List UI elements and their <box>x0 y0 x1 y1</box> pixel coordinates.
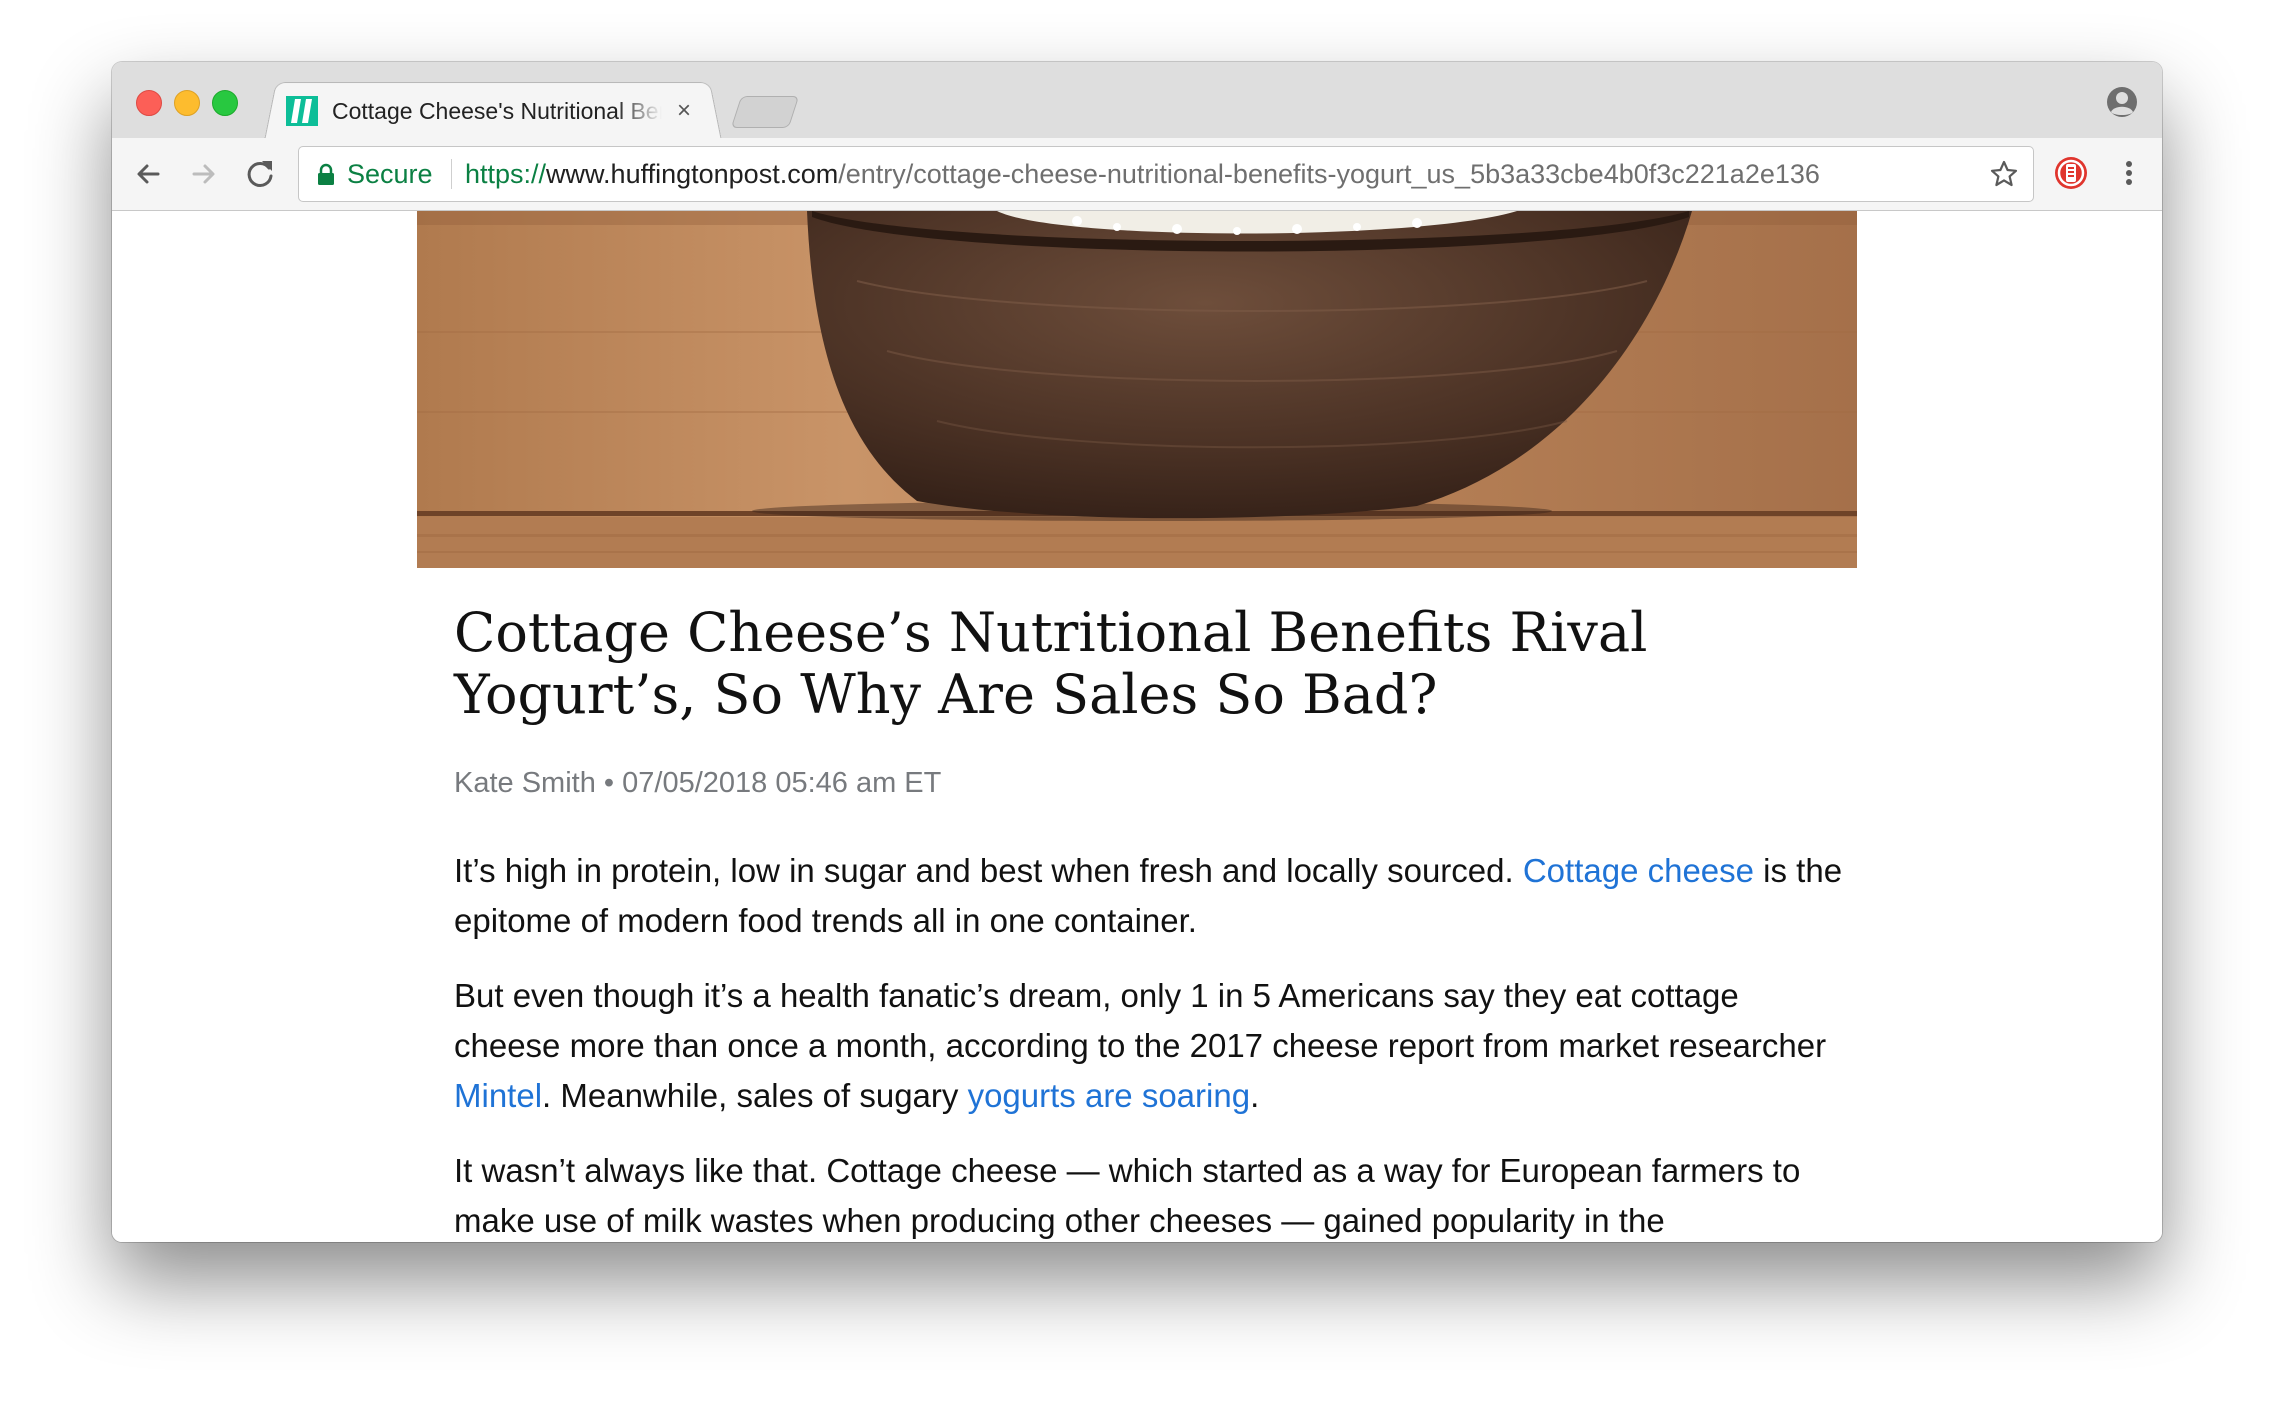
extension-icon[interactable] <box>2052 154 2090 192</box>
byline-separator: • <box>595 767 623 799</box>
zoom-window-button[interactable] <box>212 90 238 116</box>
paragraph-text: . Meanwhile, sales of sugary <box>542 1077 968 1114</box>
yogurts-are-soaring-link[interactable]: yogurts are soaring <box>968 1077 1250 1114</box>
hero-image <box>417 211 1857 568</box>
tab-content[interactable]: Cottage Cheese's Nutritional Benefits Ri… <box>286 88 706 136</box>
close-window-button[interactable] <box>136 90 162 116</box>
cottage-cheese-link[interactable]: Cottage cheese <box>1523 852 1754 889</box>
url-text[interactable]: https://www.huffingtonpost.com/entry/cot… <box>465 147 1945 201</box>
url-path: /entry/cottage-cheese-nutritional-benefi… <box>838 159 1820 189</box>
article-paragraph: But even though it’s a health fanatic’s … <box>454 971 1854 1121</box>
security-label: Secure <box>347 159 433 189</box>
tab-close-icon[interactable]: × <box>670 94 698 128</box>
address-bar[interactable]: Secure https://www.huffingtonpost.com/en… <box>298 146 2034 202</box>
star-icon[interactable] <box>1989 159 2019 189</box>
url-host: www.huffingtonpost.com <box>546 159 839 189</box>
tab-title: Cottage Cheese's Nutritional Benefits Ri… <box>332 98 662 124</box>
paragraph-text: But even though it’s a health fanatic’s … <box>454 977 1827 1064</box>
paragraph-text: It’s high in protein, low in sugar and b… <box>454 852 1523 889</box>
browser-toolbar: Secure https://www.huffingtonpost.com/en… <box>112 138 2162 211</box>
url-scheme: https:// <box>465 159 547 189</box>
article-headline: Cottage Cheese’s Nutritional Benefits Ri… <box>454 601 1648 726</box>
paragraph-text: . <box>1250 1077 1260 1114</box>
forward-icon[interactable] <box>184 154 224 194</box>
new-tab-button[interactable] <box>730 96 800 128</box>
article-byline: Kate Smith • 07/05/2018 05:46 am ET <box>454 763 1754 803</box>
back-icon[interactable] <box>128 154 168 194</box>
author-name[interactable]: Kate Smith <box>454 767 596 799</box>
mintel-link[interactable]: Mintel <box>454 1077 542 1114</box>
article-paragraph: It’s high in protein, low in sugar and b… <box>454 846 1854 946</box>
profile-icon[interactable] <box>2106 86 2138 118</box>
page-content: Cottage Cheese’s Nutritional Benefits Ri… <box>112 211 2162 1242</box>
reload-icon[interactable] <box>240 154 280 194</box>
omnibox-separator <box>451 159 452 189</box>
huffpost-favicon-icon <box>286 96 318 126</box>
browser-window: Cottage Cheese's Nutritional Benefits Ri… <box>112 62 2162 1242</box>
publish-date: 07/05/2018 05:46 am ET <box>622 767 942 799</box>
lock-icon <box>318 163 334 185</box>
title-bar: Cottage Cheese's Nutritional Benefits Ri… <box>112 62 2162 141</box>
minimize-window-button[interactable] <box>174 90 200 116</box>
menu-icon[interactable] <box>2110 154 2148 192</box>
article-paragraph: It wasn’t always like that. Cottage chee… <box>454 1152 1801 1239</box>
